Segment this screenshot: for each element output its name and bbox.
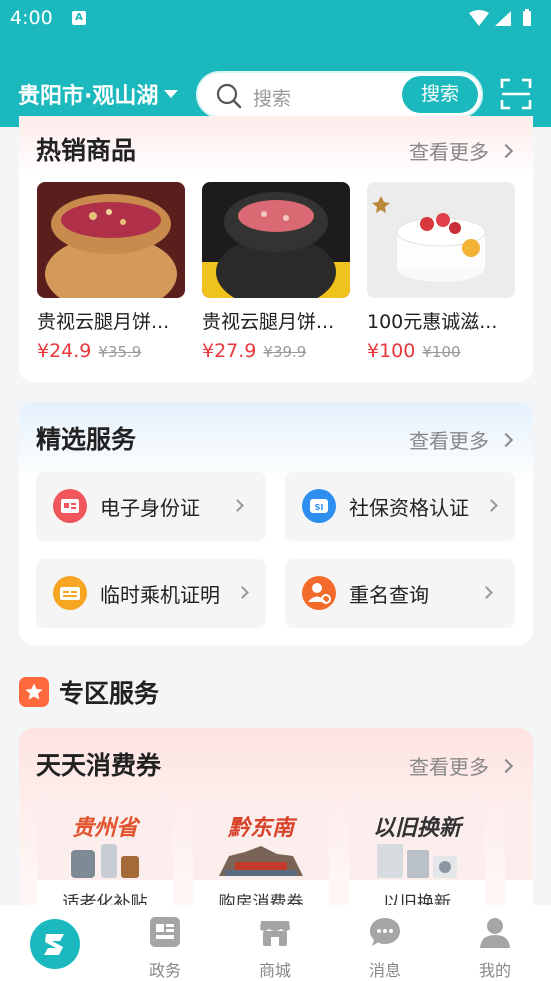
product-price: ¥100 bbox=[367, 340, 416, 362]
coupon-banner-title: 以旧换新 bbox=[372, 816, 461, 841]
more-label: 查看更多 bbox=[409, 755, 489, 779]
svg-text:SI: SI bbox=[315, 503, 324, 512]
product-card[interactable]: 贵视云腿月饼... ¥27.9 ¥39.9 bbox=[202, 182, 350, 362]
coupon-card[interactable]: 黔东南 购房消费券 bbox=[193, 798, 329, 910]
zone-services-title: 专区服务 bbox=[59, 679, 160, 708]
search-button[interactable]: 搜索 bbox=[402, 76, 478, 113]
product-image-cake bbox=[367, 182, 515, 298]
product-name: 贵视云腿月饼... bbox=[37, 311, 170, 333]
boarding-pass-icon bbox=[53, 576, 87, 610]
zone-services-header: 专区服务 bbox=[19, 674, 159, 710]
home-logo-icon bbox=[30, 919, 80, 969]
coupon-banner-partial bbox=[505, 798, 533, 880]
nav-messages[interactable]: 消息 bbox=[330, 905, 440, 981]
battery-icon bbox=[523, 11, 531, 26]
product-card[interactable]: 100元惠诚滋... ¥100 ¥100 bbox=[367, 182, 515, 362]
coupon-banner-title: 黔东南 bbox=[227, 816, 294, 841]
service-electronic-id[interactable]: 电子身份证 bbox=[36, 472, 266, 541]
product-price: ¥24.9 bbox=[37, 340, 92, 362]
chevron-right-icon bbox=[498, 432, 514, 447]
chat-bubble-icon bbox=[370, 918, 400, 946]
nav-label: 商城 bbox=[258, 961, 291, 980]
product-original-price: ¥100 bbox=[422, 343, 461, 361]
service-label: 重名查询 bbox=[349, 583, 429, 607]
nav-label: 我的 bbox=[478, 961, 511, 980]
chevron-right-icon bbox=[498, 143, 514, 158]
scan-icon[interactable] bbox=[500, 78, 532, 114]
coupon-banner-elderly-subsidy: 贵州省 bbox=[37, 798, 173, 880]
app-notification-icon: A bbox=[72, 11, 86, 25]
product-name: 100元惠诚滋... bbox=[367, 311, 498, 333]
product-image-black-mooncake bbox=[202, 182, 350, 298]
service-label: 临时乘机证明 bbox=[100, 583, 220, 607]
product-original-price: ¥39.9 bbox=[263, 343, 307, 361]
star-icon bbox=[19, 677, 49, 707]
hot-products-card: 热销商品 查看更多 贵视云腿月饼... ¥24.9 ¥35.9 贵视云腿月饼..… bbox=[19, 116, 533, 382]
id-card-icon bbox=[53, 489, 87, 523]
coupons-more-link[interactable]: 查看更多 bbox=[409, 751, 514, 780]
coupon-banner-title: 贵州省 bbox=[71, 816, 138, 841]
chevron-right-icon bbox=[231, 499, 244, 512]
more-label: 查看更多 bbox=[409, 429, 489, 453]
product-card[interactable]: 贵视云腿月饼... ¥24.9 ¥35.9 bbox=[37, 182, 185, 362]
nav-mall[interactable]: 商城 bbox=[220, 905, 330, 981]
chevron-right-icon bbox=[236, 586, 249, 599]
nav-profile[interactable]: 我的 bbox=[440, 905, 550, 981]
coupon-card[interactable]: 贵州省 适老化补贴 bbox=[37, 798, 173, 910]
search-icon bbox=[216, 83, 242, 113]
social-security-icon: SI bbox=[302, 489, 336, 523]
product-price: ¥27.9 bbox=[202, 340, 257, 362]
chevron-right-icon bbox=[485, 499, 498, 512]
service-flight-certificate[interactable]: 临时乘机证明 bbox=[36, 559, 266, 628]
status-time: 4:00 bbox=[10, 7, 53, 29]
more-label: 查看更多 bbox=[409, 140, 489, 164]
search-bar[interactable]: 搜索 搜索 bbox=[196, 71, 483, 118]
coupon-banner-trade-in: 以旧换新 bbox=[349, 798, 485, 880]
coupon-banner-home-purchase: 黔东南 bbox=[193, 798, 329, 880]
nav-label: 政务 bbox=[148, 961, 181, 980]
top-header: 4:00 A 贵阳市·观山湖 搜索 搜索 bbox=[0, 0, 551, 127]
wifi-icon bbox=[469, 10, 489, 26]
chevron-right-icon bbox=[498, 758, 514, 773]
store-icon bbox=[260, 921, 290, 946]
hot-products-title: 热销商品 bbox=[36, 136, 137, 165]
caret-down-icon bbox=[164, 90, 179, 98]
product-name: 贵视云腿月饼... bbox=[202, 311, 335, 333]
services-title: 精选服务 bbox=[36, 425, 137, 454]
service-name-query[interactable]: 重名查询 bbox=[285, 559, 515, 628]
service-label: 社保资格认证 bbox=[349, 496, 469, 520]
coupon-card[interactable]: 以旧换新 以旧换新 bbox=[349, 798, 485, 910]
city-label: 贵阳市·观山湖 bbox=[18, 84, 159, 109]
chevron-right-icon bbox=[480, 586, 493, 599]
nav-home[interactable] bbox=[0, 905, 110, 981]
person-search-icon bbox=[302, 576, 336, 610]
search-input[interactable]: 搜索 bbox=[253, 84, 291, 111]
status-bar: 4:00 A bbox=[0, 0, 551, 38]
nav-label: 消息 bbox=[368, 961, 401, 980]
city-selector[interactable]: 贵阳市·观山湖 bbox=[18, 78, 179, 110]
product-image-mooncake bbox=[37, 182, 185, 298]
hot-products-more-link[interactable]: 查看更多 bbox=[409, 136, 514, 165]
government-icon bbox=[150, 917, 180, 947]
signal-icon bbox=[495, 11, 511, 26]
product-original-price: ¥35.9 bbox=[98, 343, 142, 361]
bottom-navigation: 政务 商城 消息 我的 bbox=[0, 905, 551, 981]
user-icon bbox=[480, 918, 510, 948]
selected-services-card: 精选服务 查看更多 电子身份证 SI 社保资格认证 临时乘机证明 重名查询 bbox=[19, 402, 533, 645]
service-social-security[interactable]: SI 社保资格认证 bbox=[285, 472, 515, 541]
coupon-card-partial[interactable] bbox=[505, 798, 533, 910]
system-status-icons bbox=[467, 9, 539, 33]
services-more-link[interactable]: 查看更多 bbox=[409, 425, 514, 454]
service-label: 电子身份证 bbox=[100, 496, 200, 520]
coupons-title: 天天消费券 bbox=[36, 751, 162, 780]
nav-government[interactable]: 政务 bbox=[110, 905, 220, 981]
